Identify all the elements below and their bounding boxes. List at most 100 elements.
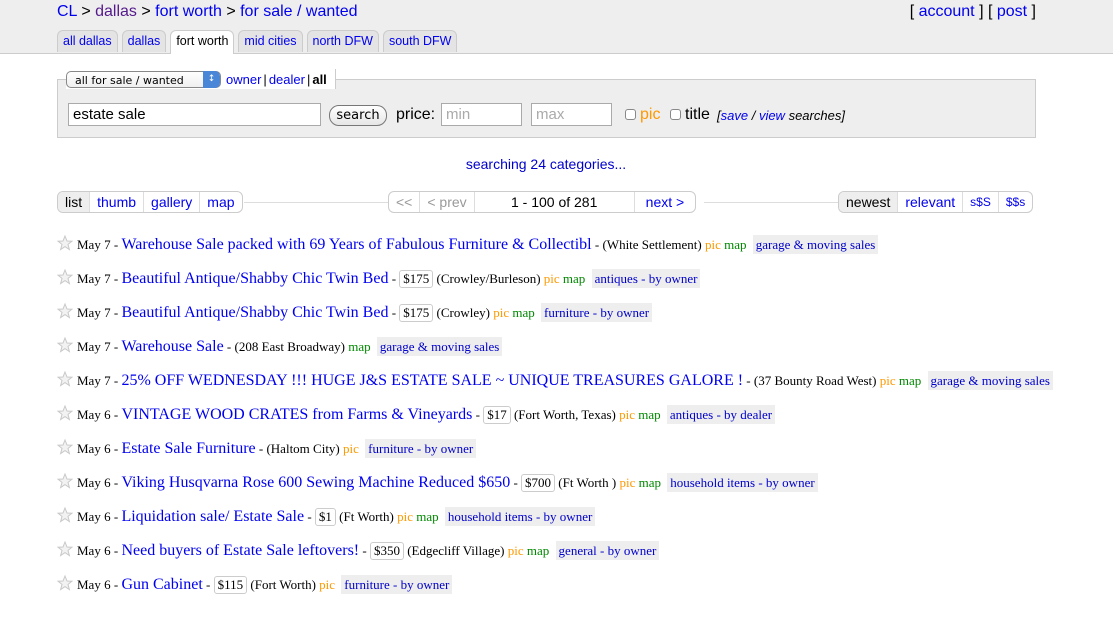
favorite-star-icon[interactable] xyxy=(56,302,74,319)
title-checkbox[interactable] xyxy=(670,109,681,120)
sort-switcher: newest relevant s$S $$s xyxy=(838,191,1034,213)
tab-north-dfw[interactable]: north DFW xyxy=(306,30,379,52)
listing-title-link[interactable]: 25% OFF WEDNESDAY !!! HUGE J&S ESTATE SA… xyxy=(121,372,743,389)
tab-fort-worth[interactable]: fort worth xyxy=(170,30,235,54)
view-thumb[interactable]: thumb xyxy=(89,192,143,212)
listing-category-link[interactable]: furniture - by owner xyxy=(365,439,477,458)
divider xyxy=(704,202,838,203)
prev-page-button[interactable]: < prev xyxy=(419,192,473,212)
listing-results: May 7 - Warehouse Sale packed with 69 Ye… xyxy=(56,234,1057,608)
tab-mid-cities[interactable]: mid cities xyxy=(238,30,303,52)
tab-all-dallas[interactable]: all dallas xyxy=(57,30,118,52)
separator: - xyxy=(110,543,122,558)
select-arrows-icon: ↕ xyxy=(203,70,220,88)
listing-title-link[interactable]: Need buyers of Estate Sale leftovers! xyxy=(121,542,359,559)
favorite-star-icon[interactable] xyxy=(56,268,74,285)
map-link[interactable]: map xyxy=(527,543,549,558)
filter-dealer[interactable]: dealer xyxy=(269,72,305,87)
listing-category-link[interactable]: household items - by owner xyxy=(444,507,596,526)
listing-title-link[interactable]: Estate Sale Furniture xyxy=(121,440,255,457)
map-link[interactable]: map xyxy=(348,339,370,354)
filter-owner[interactable]: owner xyxy=(226,72,261,87)
tab-dallas[interactable]: dallas xyxy=(121,30,167,52)
page-range: 1 - 100 of 281 xyxy=(473,192,634,212)
map-link[interactable]: map xyxy=(416,509,438,524)
favorite-star-icon[interactable] xyxy=(56,438,74,455)
listing-location: (Haltom City) xyxy=(266,441,340,456)
search-button[interactable]: search xyxy=(329,105,387,126)
listing-row: May 6 - Liquidation sale/ Estate Sale - … xyxy=(56,506,1057,528)
separator: - xyxy=(110,475,122,490)
listing-row: May 7 - Warehouse Sale - (208 East Broad… xyxy=(56,336,1057,358)
has-pic-indicator: pic xyxy=(879,373,896,388)
price-min-input[interactable]: min xyxy=(441,103,522,126)
listing-title-link[interactable]: Beautiful Antique/Shabby Chic Twin Bed xyxy=(121,270,388,287)
separator: - xyxy=(110,509,122,524)
sort-relevant[interactable]: relevant xyxy=(897,192,962,212)
view-map[interactable]: map xyxy=(199,192,241,212)
listing-title-link[interactable]: Liquidation sale/ Estate Sale xyxy=(121,508,304,525)
listing-price: $115 xyxy=(213,576,248,594)
view-searches-link[interactable]: view xyxy=(759,108,785,123)
price-max-input[interactable]: max xyxy=(531,103,612,126)
map-link[interactable]: map xyxy=(899,373,921,388)
map-link[interactable]: map xyxy=(724,237,746,252)
listing-title-link[interactable]: VINTAGE WOOD CRATES from Farms & Vineyar… xyxy=(121,406,472,423)
listing-category-link[interactable]: garage & moving sales xyxy=(927,371,1053,390)
map-link[interactable]: map xyxy=(512,305,534,320)
listing-title-link[interactable]: Viking Husqvarna Rose 600 Sewing Machine… xyxy=(121,474,510,491)
sort-price-desc[interactable]: $$s xyxy=(997,192,1032,212)
favorite-star-icon[interactable] xyxy=(56,234,74,251)
view-list[interactable]: list xyxy=(58,192,90,212)
breadcrumb-cl[interactable]: CL xyxy=(57,3,77,20)
account-link[interactable]: account xyxy=(919,3,975,20)
breadcrumb-for-sale[interactable]: for sale / wanted xyxy=(240,3,357,20)
sort-newest[interactable]: newest xyxy=(839,192,898,212)
listing-title-link[interactable]: Warehouse Sale xyxy=(121,338,223,355)
view-mode-switcher: list thumb gallery map xyxy=(57,191,243,213)
listing-title-link[interactable]: Warehouse Sale packed with 69 Years of F… xyxy=(121,236,591,253)
category-select[interactable]: all for sale / wanted ↕ xyxy=(66,70,221,88)
search-input[interactable]: estate sale xyxy=(68,103,321,126)
next-page-button[interactable]: next > xyxy=(633,192,696,212)
favorite-star-icon[interactable] xyxy=(56,540,74,557)
favorite-star-icon[interactable] xyxy=(56,370,74,387)
listing-title-link[interactable]: Gun Cabinet xyxy=(121,576,202,593)
listing-category-link[interactable]: household items - by owner xyxy=(667,473,818,492)
separator: - xyxy=(255,441,267,456)
first-page-button[interactable]: << xyxy=(389,192,419,212)
listing-row: May 6 - Gun Cabinet - $115 (Fort Worth) … xyxy=(56,574,1057,596)
favorite-star-icon[interactable] xyxy=(56,574,74,591)
listing-category-link[interactable]: furniture - by owner xyxy=(541,303,653,322)
listing-category-link[interactable]: antiques - by dealer xyxy=(666,405,776,424)
save-search-link[interactable]: save xyxy=(721,108,748,123)
map-link[interactable]: map xyxy=(639,475,661,490)
favorite-star-icon[interactable] xyxy=(56,404,74,421)
breadcrumb-dallas[interactable]: dallas xyxy=(95,3,137,20)
tab-south-dfw[interactable]: south DFW xyxy=(382,30,458,52)
map-link[interactable]: map xyxy=(563,271,585,286)
listing-title-link[interactable]: Beautiful Antique/Shabby Chic Twin Bed xyxy=(121,304,388,321)
listing-location: (Ft Worth) xyxy=(339,509,394,524)
has-pic-indicator: pic xyxy=(705,237,721,252)
listing-category-link[interactable]: garage & moving sales xyxy=(752,235,879,254)
listing-category-link[interactable]: furniture - by owner xyxy=(341,575,453,594)
listing-category-link[interactable]: antiques - by owner xyxy=(591,269,701,288)
favorite-star-icon[interactable] xyxy=(56,336,74,353)
listing-location: (Edgecliff Village) xyxy=(407,543,505,558)
listing-category-link[interactable]: garage & moving sales xyxy=(376,337,503,356)
listing-price: $1 xyxy=(314,508,336,526)
listing-row: May 6 - Need buyers of Estate Sale lefto… xyxy=(56,540,1057,562)
sort-price-asc[interactable]: s$S xyxy=(962,192,998,212)
view-gallery[interactable]: gallery xyxy=(143,192,199,212)
has-pic-indicator: pic xyxy=(619,475,636,490)
listing-category-link[interactable]: general - by owner xyxy=(555,541,660,560)
map-link[interactable]: map xyxy=(638,407,660,422)
breadcrumb-fort-worth[interactable]: fort worth xyxy=(155,3,222,20)
post-link[interactable]: post xyxy=(997,3,1027,20)
listing-location: (208 East Broadway) xyxy=(234,339,345,354)
pic-checkbox[interactable] xyxy=(625,109,636,120)
favorite-star-icon[interactable] xyxy=(56,472,74,489)
filter-all[interactable]: all xyxy=(312,72,326,87)
favorite-star-icon[interactable] xyxy=(56,506,74,523)
